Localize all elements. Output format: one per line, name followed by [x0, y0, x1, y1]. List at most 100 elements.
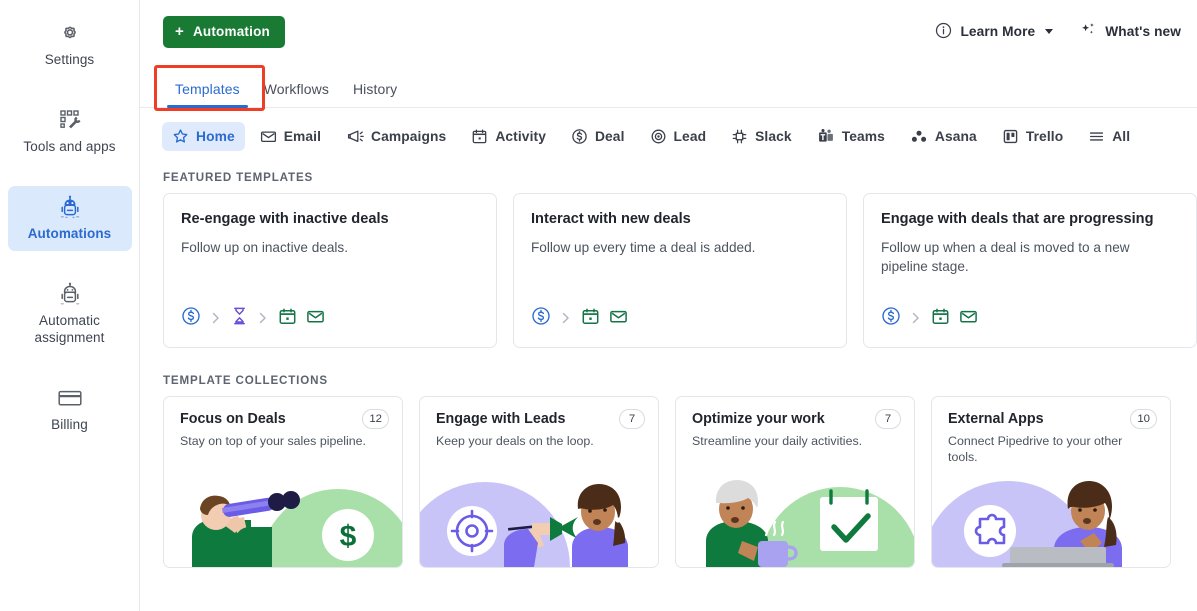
sidebar-item-label: Automations — [28, 225, 112, 242]
category-trello[interactable]: Trello — [992, 122, 1073, 151]
chevron-right-icon — [561, 311, 571, 327]
category-home[interactable]: Home — [162, 122, 245, 151]
envelope-icon — [959, 307, 978, 331]
category-label: Deal — [595, 129, 625, 144]
info-circle-icon — [935, 22, 952, 42]
category-all[interactable]: All — [1078, 122, 1140, 151]
slack-icon — [731, 128, 748, 145]
category-label: Lead — [674, 129, 707, 144]
tab-history[interactable]: History — [341, 81, 409, 108]
microsoft-teams-icon — [817, 128, 835, 145]
category-deal[interactable]: Deal — [561, 122, 635, 151]
collection-card[interactable]: Engage with Leads Keep your deals on the… — [419, 396, 659, 568]
template-card-description: Follow up every time a deal is added. — [531, 238, 829, 257]
calendar-icon — [278, 307, 297, 331]
tab-workflows[interactable]: Workflows — [252, 81, 341, 108]
chevron-right-icon — [258, 311, 268, 327]
envelope-icon — [609, 307, 628, 331]
template-card-flow — [881, 306, 978, 331]
collection-card-title: Focus on Deals — [180, 411, 386, 427]
settings-sidebar: Settings Tools and apps — [0, 0, 140, 611]
sidebar-item-label: Settings — [45, 51, 95, 68]
collection-card-description: Stay on top of your sales pipeline. — [180, 433, 386, 449]
credit-card-icon — [57, 385, 83, 411]
category-label: All — [1112, 129, 1130, 144]
puzzle-laptop-art — [932, 475, 1170, 567]
sidebar-item-billing[interactable]: Billing — [8, 377, 132, 442]
binoculars-dollar-art: $ — [164, 475, 402, 567]
whats-new-label: What's new — [1105, 24, 1181, 39]
sidebar-item-automatic-assignment[interactable]: Automatic assignment — [8, 273, 132, 355]
chevron-right-icon — [911, 311, 921, 327]
category-slack[interactable]: Slack — [721, 122, 802, 151]
category-email[interactable]: Email — [250, 122, 331, 151]
trello-icon — [1002, 128, 1019, 145]
target-icon — [650, 128, 667, 145]
collection-card-count-badge: 12 — [362, 409, 389, 429]
hourglass-icon — [231, 306, 248, 331]
category-label: Activity — [495, 129, 546, 144]
collection-card[interactable]: Optimize your work Streamline your daily… — [675, 396, 915, 568]
category-activity[interactable]: Activity — [461, 122, 556, 151]
template-card-description: Follow up when a deal is moved to a new … — [881, 238, 1179, 276]
category-asana[interactable]: Asana — [900, 122, 987, 151]
coffee-calendar-art — [676, 475, 914, 567]
star-icon — [172, 128, 189, 145]
tab-templates[interactable]: Templates — [163, 81, 252, 108]
category-label: Trello — [1026, 129, 1063, 144]
calendar-icon — [931, 307, 950, 331]
dollar-circle-icon — [181, 306, 201, 331]
featured-templates-heading: FEATURED TEMPLATES — [140, 171, 1197, 184]
category-label: Teams — [842, 129, 885, 144]
main-content: + Automation Learn More — [140, 0, 1197, 611]
category-label: Campaigns — [371, 129, 446, 144]
template-card[interactable]: Interact with new deals Follow up every … — [513, 193, 847, 348]
chevron-right-icon — [211, 311, 221, 327]
category-label: Home — [196, 129, 235, 144]
template-card-title: Interact with new deals — [531, 210, 829, 229]
category-label: Email — [284, 129, 321, 144]
template-card[interactable]: Engage with deals that are progressing F… — [863, 193, 1197, 348]
page-toolbar: + Automation Learn More — [140, 0, 1197, 63]
envelope-icon — [260, 128, 277, 145]
tools-and-apps-icon — [58, 107, 82, 133]
tab-label: Templates — [175, 81, 240, 97]
learn-more-label: Learn More — [960, 24, 1035, 39]
template-collections-row: Focus on Deals Stay on top of your sales… — [140, 396, 1197, 568]
plus-icon: + — [175, 24, 184, 39]
collection-card[interactable]: External Apps Connect Pipedrive to your … — [931, 396, 1171, 568]
calendar-icon — [471, 128, 488, 145]
dollar-circle-icon — [881, 306, 901, 331]
megaphone-icon — [346, 128, 364, 145]
learn-more-dropdown[interactable]: Learn More — [935, 22, 1053, 42]
collection-card-description: Streamline your daily activities. — [692, 433, 898, 449]
collection-card[interactable]: Focus on Deals Stay on top of your sales… — [163, 396, 403, 568]
tab-label: History — [353, 81, 397, 97]
collection-card-description: Keep your deals on the loop. — [436, 433, 642, 449]
add-automation-button[interactable]: + Automation — [163, 16, 285, 48]
category-campaigns[interactable]: Campaigns — [336, 122, 456, 151]
category-label: Slack — [755, 129, 792, 144]
dollar-circle-icon — [571, 128, 588, 145]
sidebar-item-tools-and-apps[interactable]: Tools and apps — [8, 99, 132, 164]
envelope-icon — [306, 307, 325, 331]
sidebar-item-label: Billing — [51, 416, 88, 433]
dart-target-art — [420, 475, 658, 567]
toolbar-right-links: Learn More What's new — [935, 0, 1191, 63]
automations-templates-screen: Settings Tools and apps — [0, 0, 1197, 611]
sidebar-item-settings[interactable]: Settings — [8, 12, 132, 77]
collection-card-count-badge: 10 — [1130, 409, 1157, 429]
dollar-circle-icon — [531, 306, 551, 331]
category-lead[interactable]: Lead — [640, 122, 717, 151]
tab-label: Workflows — [264, 81, 329, 97]
list-icon — [1088, 128, 1105, 145]
chevron-down-icon — [1045, 29, 1053, 34]
collection-card-title: External Apps — [948, 411, 1154, 427]
sidebar-item-automations[interactable]: Automations — [8, 186, 132, 251]
category-teams[interactable]: Teams — [807, 122, 895, 151]
gear-icon — [58, 20, 82, 46]
whats-new-button[interactable]: What's new — [1079, 21, 1191, 42]
sparkle-icon — [1079, 21, 1097, 42]
robot-outline-icon — [58, 281, 82, 307]
template-card[interactable]: Re-engage with inactive deals Follow up … — [163, 193, 497, 348]
